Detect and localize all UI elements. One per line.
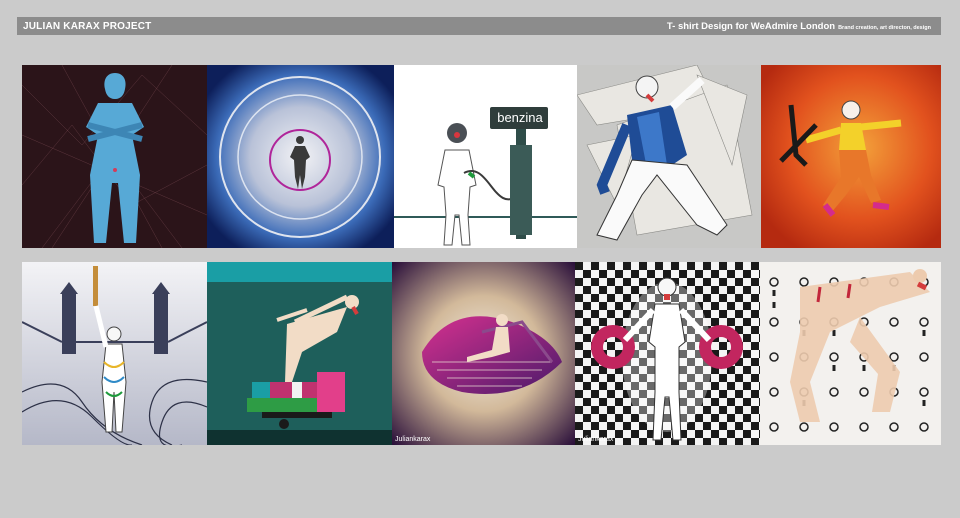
benzina-sign-text: benzina	[497, 110, 543, 125]
checker-pattern-figure-artwork[interactable]: Juliankarax	[575, 262, 760, 445]
purple-sunset-figure-artwork[interactable]: Juliankarax	[392, 262, 575, 445]
teal-balance-figure-image	[207, 262, 392, 445]
purple-sunset-figure-image	[392, 262, 575, 445]
circle-figure-image	[207, 65, 394, 248]
checker-pattern-figure-image	[575, 262, 760, 445]
benzina-image	[394, 65, 577, 248]
project-title: JULIAN KARAX PROJECT	[23, 20, 152, 32]
checker-artwork-signature: Juliankarax	[578, 436, 614, 443]
red-rifle-figure-image	[761, 65, 941, 248]
red-rifle-figure-artwork[interactable]	[761, 65, 941, 248]
benzina-artwork[interactable]: benzina	[394, 65, 577, 248]
design-title: T- shirt Design for WeAdmire London	[666, 20, 836, 32]
teal-balance-figure-artwork[interactable]	[207, 262, 392, 445]
dot-grid-reclining-figure-artwork[interactable]	[760, 262, 941, 445]
design-title-group: T- shirt Design for WeAdmire London Brand…	[667, 21, 931, 32]
blue-jacket-figure-artwork[interactable]	[577, 65, 762, 248]
tower-bridge-torch-artwork[interactable]	[22, 262, 207, 445]
dot-grid-reclining-figure-image	[760, 262, 941, 445]
blue-figure-image	[22, 65, 207, 248]
design-subtitle: Brand creation, art directon, design	[838, 24, 931, 31]
circle-figure-artwork[interactable]	[207, 65, 394, 248]
tower-bridge-torch-image	[22, 262, 207, 445]
blue-figure-artwork[interactable]	[22, 65, 207, 248]
blue-jacket-figure-image	[577, 65, 762, 248]
header-bar: JULIAN KARAX PROJECT T- shirt Design for…	[17, 17, 941, 35]
purple-artwork-signature: Juliankarax	[395, 436, 431, 443]
